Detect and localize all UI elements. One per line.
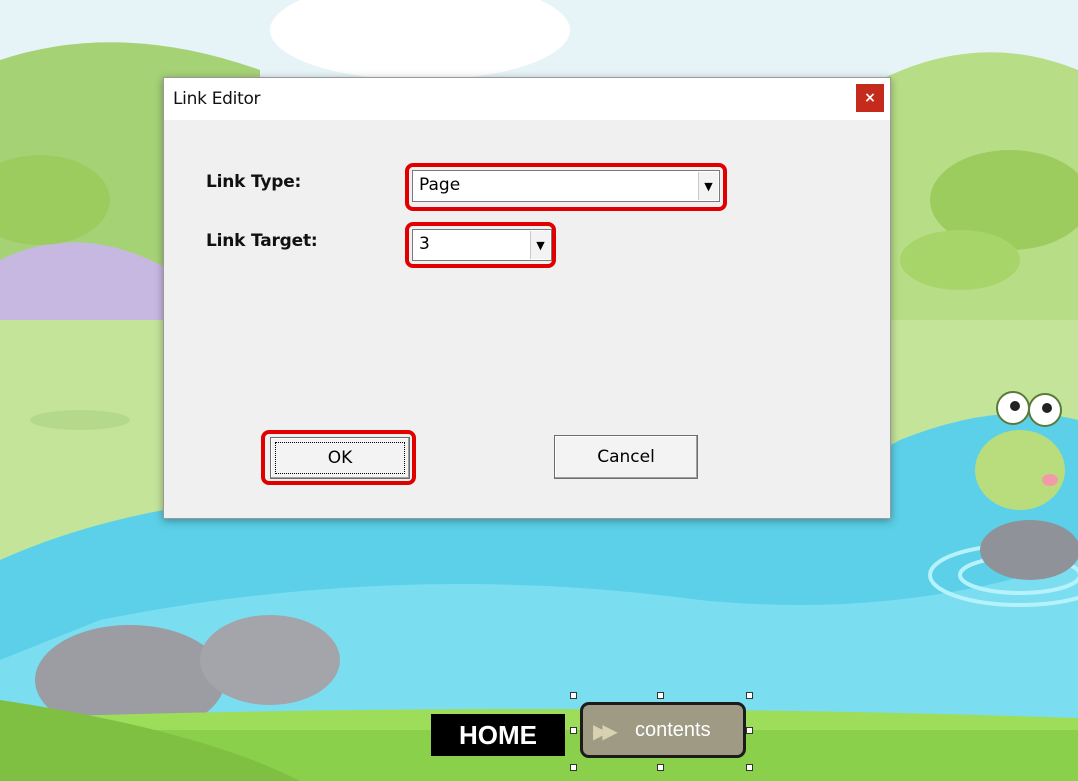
close-button[interactable]: ×: [856, 84, 884, 112]
link-target-label: Link Target:: [206, 231, 318, 251]
ok-button[interactable]: OK: [270, 437, 410, 479]
home-button-label: HOME: [459, 719, 537, 750]
contents-button-label: contents: [635, 719, 711, 741]
chevron-down-icon[interactable]: ▼: [698, 172, 718, 200]
resize-handle-top-left[interactable]: [570, 692, 577, 699]
chevron-down-icon[interactable]: ▼: [530, 231, 550, 259]
resize-handle-right[interactable]: [746, 727, 753, 734]
resize-handle-bottom[interactable]: [657, 764, 664, 771]
resize-handle-bottom-left[interactable]: [570, 764, 577, 771]
resize-handle-top-right[interactable]: [746, 692, 753, 699]
resize-handle-left[interactable]: [570, 727, 577, 734]
resize-handle-bottom-right[interactable]: [746, 764, 753, 771]
home-button[interactable]: HOME: [431, 714, 565, 756]
link-target-select[interactable]: 3 ▼: [412, 229, 552, 261]
link-target-value: 3: [419, 234, 430, 254]
link-type-select[interactable]: Page ▼: [412, 170, 720, 202]
cancel-button[interactable]: Cancel: [554, 435, 698, 479]
link-type-value: Page: [419, 175, 461, 195]
link-type-label: Link Type:: [206, 172, 302, 192]
dialog-titlebar[interactable]: Link Editor ×: [164, 78, 890, 120]
cancel-button-label: Cancel: [597, 447, 655, 467]
focus-indicator: [275, 442, 405, 474]
close-icon: ×: [864, 90, 876, 106]
fast-forward-icon: ▶▶: [593, 721, 618, 743]
link-editor-dialog: Link Editor × Link Type: Page ▼ Link Tar…: [163, 77, 891, 519]
contents-button[interactable]: ▶▶ contents: [580, 702, 746, 758]
dialog-title: Link Editor: [173, 89, 261, 109]
resize-handle-top[interactable]: [657, 692, 664, 699]
